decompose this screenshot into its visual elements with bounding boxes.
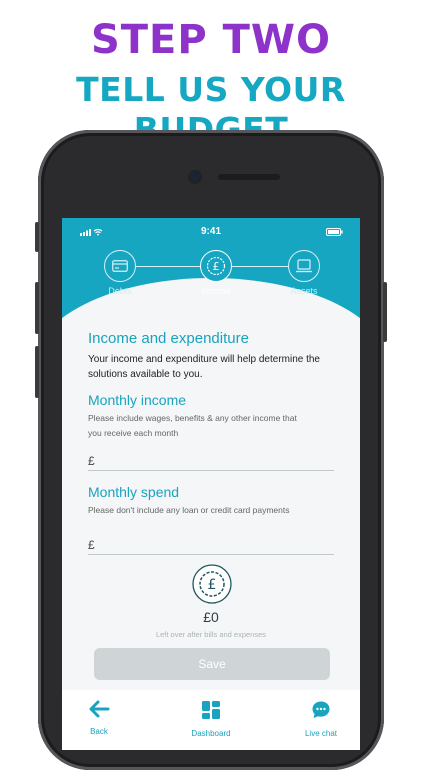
banner-line-1: STEP TWO — [90, 17, 332, 63]
arrow-left-icon — [89, 700, 110, 718]
svg-text:£: £ — [213, 260, 220, 273]
camera-icon — [190, 172, 200, 182]
pound-coin-icon: £ — [206, 256, 226, 276]
status-time: 9:41 — [200, 226, 221, 237]
dashboard-icon — [202, 701, 220, 719]
nav-live-chat-label: Live chat — [304, 729, 338, 738]
currency-symbol: £ — [88, 454, 95, 468]
nav-dashboard[interactable]: Dashboard — [176, 700, 246, 738]
mute-switch — [35, 222, 39, 252]
nav-back[interactable]: Back — [64, 700, 134, 736]
laptop-icon — [296, 259, 312, 273]
bottom-navigation: Back Dashboard Live chat — [62, 690, 360, 750]
section-description: Your income and expenditure will help de… — [88, 354, 320, 380]
battery-icon — [326, 228, 343, 236]
monthly-income-field[interactable]: £ — [88, 450, 334, 471]
section-title: Income and expenditure — [88, 330, 249, 347]
step-label-income: Income — [201, 286, 231, 296]
nav-live-chat[interactable]: Live chat — [286, 700, 356, 738]
app-screen: 9:41 Debts £ Income Assets Income and ex… — [62, 218, 360, 750]
monthly-spend-field[interactable]: £ — [88, 534, 334, 555]
volume-down-button — [35, 346, 39, 398]
step-income[interactable]: £ — [200, 250, 232, 282]
leftover-amount: £0 — [203, 609, 219, 625]
save-button[interactable]: Save — [94, 648, 330, 680]
monthly-income-heading: Monthly income — [88, 392, 187, 408]
volume-up-button — [35, 282, 39, 334]
monthly-income-helper: Please include wages, benefits & any oth… — [88, 413, 297, 438]
currency-symbol: £ — [88, 538, 95, 552]
card-icon — [112, 260, 128, 272]
step-debts[interactable] — [104, 250, 136, 282]
status-bar: 9:41 — [62, 226, 360, 240]
nav-dashboard-label: Dashboard — [191, 729, 231, 738]
leftover-caption: Left over after bills and expenses — [155, 630, 267, 639]
nav-back-label: Back — [90, 727, 108, 736]
monthly-income-input[interactable] — [102, 452, 322, 468]
monthly-spend-heading: Monthly spend — [88, 484, 180, 500]
speaker-grille — [218, 174, 280, 180]
chat-bubble-icon — [312, 701, 330, 718]
step-assets[interactable] — [288, 250, 320, 282]
svg-text:£: £ — [208, 577, 217, 593]
power-button — [383, 282, 387, 342]
step-label-assets: Assets — [290, 286, 318, 296]
monthly-spend-input[interactable] — [102, 536, 322, 552]
pound-badge-icon: £ — [192, 564, 232, 604]
monthly-spend-helper: Please don't include any loan or credit … — [88, 505, 290, 515]
step-label-debts: Debts — [108, 286, 132, 296]
